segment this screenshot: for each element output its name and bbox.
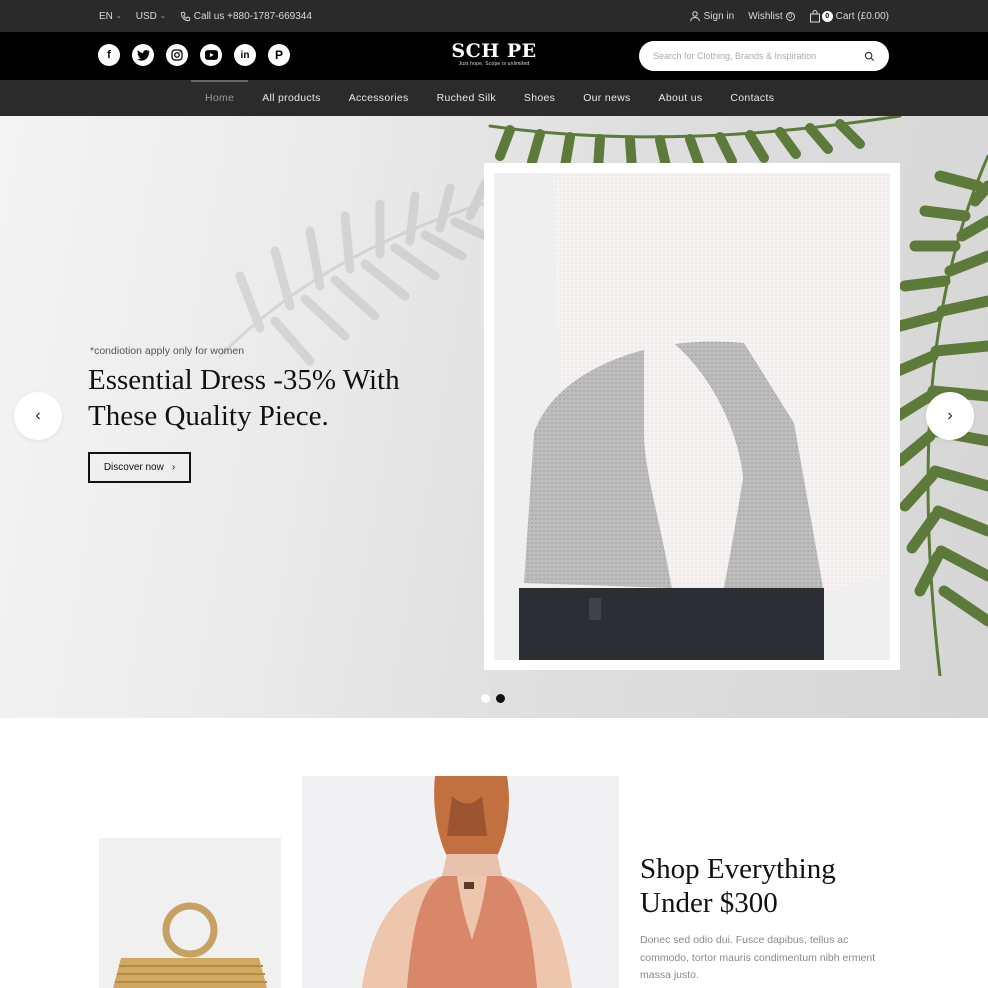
social-links: f in P [98,44,290,66]
main-nav: Home All products Accessories Ruched Sil… [0,80,988,116]
slider-pagination [481,694,505,703]
nav-item-about-us[interactable]: About us [645,80,717,116]
chevron-down-icon: ⌄ [115,13,122,20]
currency-select[interactable]: USD ⌄ [136,11,166,22]
slider-next-button[interactable]: › [926,392,974,440]
language-label: EN [99,10,113,22]
model-back-image[interactable] [302,776,619,988]
hero-slider: *condiotion apply only for women Essenti… [0,116,988,718]
wishlist-count: 0 [785,11,795,21]
site-logo[interactable]: SCH PE Just hope, Scope is unlimited [440,41,548,67]
chevron-down-icon: ⌄ [159,13,166,20]
sign-in-label: Sign in [703,10,735,22]
language-select[interactable]: EN ⌄ [99,11,122,22]
user-icon [689,11,700,22]
nav-item-shoes[interactable]: Shoes [510,80,569,116]
search-input[interactable] [653,51,864,61]
slider-dot-1[interactable] [481,694,490,703]
youtube-icon[interactable] [200,44,222,66]
phone-text: Call us +880-1787-669344 [193,10,312,22]
search-icon[interactable] [864,51,875,62]
promo-title: Shop Everything Under $300 [640,853,836,919]
phone-icon [180,11,190,21]
shopping-bag-icon [809,9,820,22]
nav-item-contacts[interactable]: Contacts [716,80,788,116]
hero-subtitle: *condiotion apply only for women [90,345,245,357]
cart-label: Cart (£0.00) [835,10,889,22]
nav-item-ruched-silk[interactable]: Ruched Silk [423,80,510,116]
featured-section: Shop Everything Under $300 Donec sed odi… [0,718,988,988]
nav-item-home[interactable]: Home [191,80,249,116]
instagram-icon[interactable] [166,44,188,66]
top-bar: EN ⌄ USD ⌄ Call us +880-1787-669344 Sign… [0,0,988,32]
facebook-icon[interactable]: f [98,44,120,66]
logo-text: SCH PE [451,40,537,62]
wishlist-link[interactable]: Wishlist 0 [748,10,795,22]
currency-label: USD [135,10,157,22]
chevron-right-icon: › [947,407,953,424]
hero-title: Essential Dress -35% With These Quality … [88,364,400,432]
wishlist-label: Wishlist [748,10,783,22]
straw-bag-image[interactable] [99,838,281,988]
sweater-photo [494,173,890,660]
hero-image-frame [484,163,900,670]
discover-now-button[interactable]: Discover now › [88,452,191,483]
nav-item-all-products[interactable]: All products [248,80,334,116]
slider-prev-button[interactable]: ‹ [14,392,62,440]
sign-in-link[interactable]: Sign in [689,10,735,22]
pinterest-icon[interactable]: P [268,44,290,66]
phone-link[interactable]: Call us +880-1787-669344 [180,11,312,22]
promo-description: Donec sed odio dui. Fusce dapibus, tellu… [640,934,876,981]
twitter-icon[interactable] [132,44,154,66]
search-bar [639,41,889,71]
discover-now-label: Discover now [103,462,164,473]
nav-item-our-news[interactable]: Our news [569,80,644,116]
chevron-left-icon: ‹ [35,407,41,424]
cart-count-badge: 0 [821,10,833,22]
linkedin-icon[interactable]: in [234,44,256,66]
slider-dot-2[interactable] [496,694,505,703]
nav-item-accessories[interactable]: Accessories [335,80,423,116]
chevron-right-icon: › [171,462,176,473]
cart-link[interactable]: 0 Cart (£0.00) [809,9,889,23]
